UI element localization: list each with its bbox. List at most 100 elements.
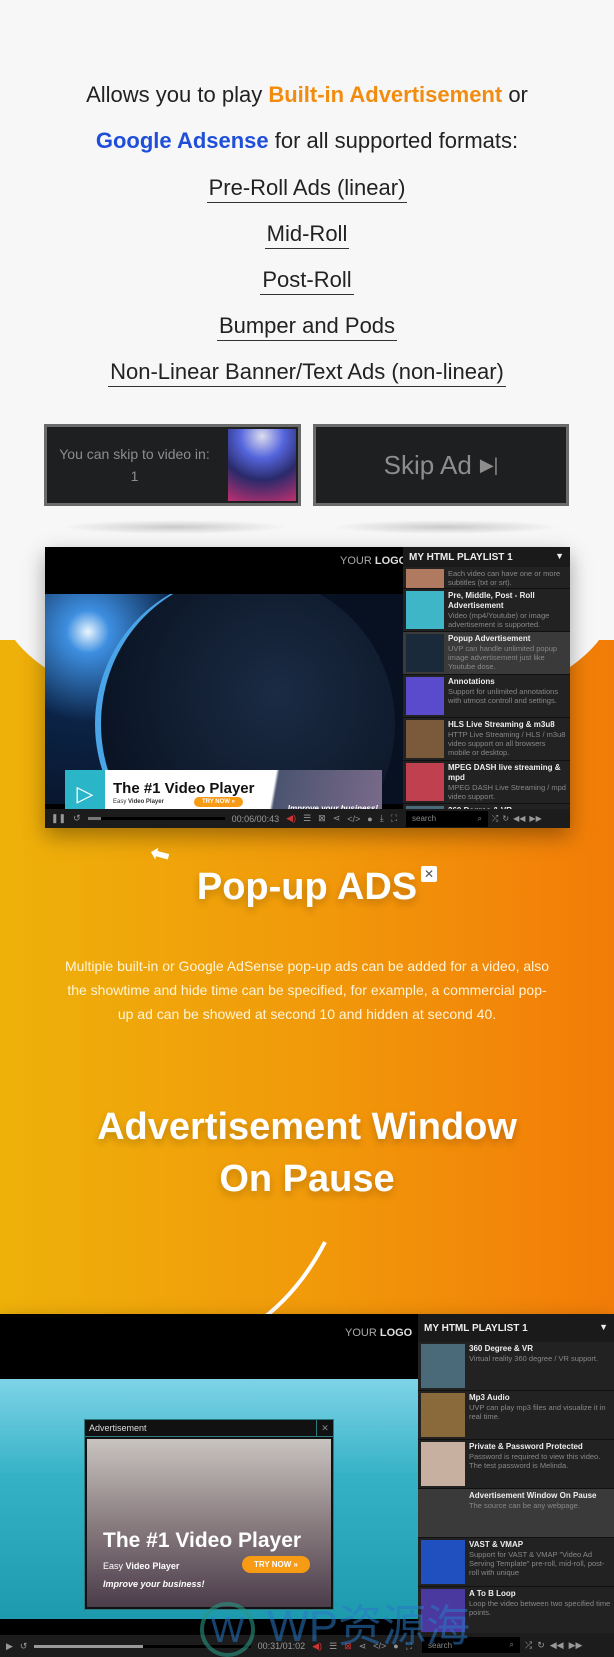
watermark: W WP资源海 — [200, 1590, 470, 1657]
playlist-item-title: VAST & VMAP — [469, 1540, 524, 1549]
playlist-item[interactable]: 360 Degree & VRVirtual reality 360 degre… — [418, 1342, 614, 1391]
playlist-thumbnail — [421, 1344, 465, 1388]
playlist-item-title: Advertisement Window On Pause — [469, 1491, 597, 1500]
close-icon[interactable]: ✕ — [316, 1420, 333, 1436]
skip-ad-button[interactable]: Skip Ad ▶| — [313, 424, 569, 506]
ad-tagline: Improve your business! — [103, 1579, 205, 1589]
playlist-item-desc: Support for unlimited annotations with u… — [448, 687, 559, 705]
pause-icon[interactable]: ❚❚ — [51, 813, 66, 824]
playlist-item[interactable]: Annotations Support for unlimited annotat… — [403, 675, 570, 718]
playlist-item[interactable]: VAST & VMAP Support for VAST & VMAP "Vide… — [418, 1538, 614, 1587]
format-bumper: Bumper and Pods — [0, 313, 614, 341]
shuffle-icon[interactable]: ⤮ — [492, 814, 498, 824]
shuffle-icon[interactable]: ⤮ — [525, 1640, 532, 1651]
next-icon[interactable]: ▶▶ — [529, 814, 541, 823]
ads-icon[interactable]: ⊠ — [318, 813, 326, 824]
playlist-thumbnail — [406, 677, 444, 715]
close-icon[interactable]: ✕ — [421, 866, 437, 882]
popup-ads-description: Multiple built-in or Google AdSense pop-… — [64, 958, 550, 1022]
pause-title-line-1: Advertisement Window — [97, 1106, 517, 1148]
play-icon[interactable]: ▶ — [6, 1641, 13, 1652]
playlist-item-desc: Password is required to view this video.… — [469, 1452, 601, 1470]
playlist-item-desc: Video (mp4/Youtube) or image advertiseme… — [448, 611, 550, 629]
playlist-icon[interactable]: ☰ — [303, 813, 311, 824]
playlist-item-title: Popup Advertisement — [448, 634, 531, 643]
previous-icon[interactable]: ◀◀ — [513, 814, 525, 823]
loop-icon[interactable]: ↻ — [537, 1640, 545, 1651]
builtin-ad-highlight: Built-in Advertisement — [268, 82, 503, 107]
adsense-highlight: Google Adsense — [95, 128, 269, 153]
playlist-item-title: Annotations — [448, 677, 495, 686]
ad-title: The #1 Video Player — [103, 1529, 302, 1552]
playlist-item-title: MPEG DASH live streaming & mpd — [448, 763, 561, 782]
playlist-item[interactable]: Private & Password Protected Password is … — [418, 1440, 614, 1489]
ad-window-header: Advertisement — [89, 1423, 147, 1433]
playlist-item-desc: Virtual reality 360 degree / VR support. — [469, 1354, 599, 1363]
playlist-item-desc: Each video can have one or more subtitle… — [448, 569, 561, 587]
intro-line-2: Google Adsense for all supported formats… — [95, 128, 519, 153]
previous-icon[interactable]: ◀◀ — [550, 1640, 564, 1651]
ad-image[interactable]: The #1 Video Player Easy Video Player TR… — [87, 1439, 331, 1607]
dropdown-arrow-icon: ▼ — [599, 1322, 608, 1332]
share-icon[interactable]: ⋖ — [333, 813, 341, 824]
playlist-item[interactable]: Each video can have one or more subtitle… — [403, 567, 570, 589]
playlist-item[interactable]: HLS Live Streaming & m3u8 HTTP Live Strea… — [403, 718, 570, 761]
dropdown-arrow-icon: ▼ — [555, 551, 564, 561]
progress-bar[interactable] — [87, 817, 225, 820]
skip-countdown-box: You can skip to video in: 1 — [44, 424, 301, 506]
pause-title-line-2: On Pause — [219, 1158, 395, 1200]
playlist-header[interactable]: MY HTML PLAYLIST 1 ▼ — [403, 547, 570, 567]
playlist-item[interactable]: Pre, Middle, Post - Roll Advertisement Vi… — [403, 589, 570, 632]
ad-try-now-button[interactable]: TRY NOW » — [242, 1556, 311, 1573]
playlist-item[interactable]: Advertisement Window On Pause The source … — [418, 1489, 614, 1538]
playlist-item-desc: MPEG DASH Live Streaming / mpd video sup… — [448, 783, 566, 801]
playlist-thumbnail — [421, 1491, 465, 1535]
playlist-item-desc: The source can be any webpage. — [469, 1501, 580, 1510]
shadow — [60, 520, 290, 534]
playlist-item-desc: HTTP Live Streaming / HLS / m3u8 video s… — [448, 730, 566, 757]
time-display: 00:06/00:43 — [231, 813, 280, 824]
playlist-item-desc: UVP can handle unlimited popup image adv… — [448, 644, 558, 671]
playlist-thumbnail — [421, 1393, 465, 1437]
playlist-item[interactable]: Mp3 Audio UVP can play mp3 files and visu… — [418, 1391, 614, 1440]
banner-title: The #1 Video Player — [113, 780, 255, 797]
info-icon[interactable]: ● — [367, 814, 372, 824]
ad-thumbnail — [228, 429, 296, 501]
playlist-search-input[interactable]: search ⌕ — [406, 810, 488, 827]
playlist-thumbnail — [406, 720, 444, 758]
playlist-item[interactable]: MPEG DASH live streaming & mpd MPEG DASH … — [403, 761, 570, 804]
popup-ads-title: Pop-up ADS — [196, 866, 418, 908]
download-icon[interactable]: ⤓ — [380, 813, 384, 824]
embed-icon[interactable]: </> — [347, 814, 360, 824]
playlist-header[interactable]: MY HTML PLAYLIST 1 ▼ — [418, 1314, 614, 1342]
control-bar: ❚❚ ↺ 00:06/00:43 ◀) ☰ ⊠ ⋖ </> ● ⤓ ⛶ — [45, 809, 403, 828]
shadow — [330, 520, 560, 534]
skip-next-icon: ▶| — [479, 454, 499, 475]
video-player-1: YOUR LOGO ▷ The #1 Video Player Easy Vid… — [45, 547, 570, 828]
playlist-item[interactable]: Popup Advertisement UVP can handle unlimi… — [403, 632, 570, 675]
playlist-item-title: HLS Live Streaming & m3u8 — [448, 720, 555, 729]
intro-line-1: Allows you to play Built-in Advertisemen… — [86, 82, 528, 107]
fullscreen-icon[interactable]: ⛶ — [391, 813, 397, 824]
playlist-thumbnail — [421, 1442, 465, 1486]
playlist-thumbnail — [406, 763, 444, 801]
playlist-item-title: Pre, Middle, Post - Roll Advertisement — [448, 591, 535, 610]
skip-ad-label: Skip Ad — [383, 449, 472, 480]
search-icon: ⌕ — [509, 1640, 514, 1649]
playlist-item-desc: Loop the video between two specified tim… — [469, 1599, 611, 1617]
player-logo: YOUR LOGO — [345, 1327, 413, 1339]
next-icon[interactable]: ▶▶ — [569, 1640, 583, 1651]
rewind-icon[interactable]: ↺ — [20, 1641, 28, 1652]
playlist-thumbnail — [406, 569, 444, 588]
playlist-thumbnail — [406, 591, 444, 629]
player-logo: YOUR LOGO — [340, 555, 408, 567]
loop-icon[interactable]: ↻ — [502, 814, 509, 823]
playlist-thumbnail — [406, 634, 444, 672]
format-post-roll: Post-Roll — [0, 267, 614, 295]
playlist-item-title: Mp3 Audio — [469, 1393, 510, 1402]
rewind-icon[interactable]: ↺ — [73, 813, 81, 824]
volume-icon[interactable]: ◀) — [286, 813, 296, 824]
banner-subtitle: Easy Video Player — [113, 799, 164, 805]
playlist-thumbnail — [421, 1540, 465, 1584]
banner-try-now-button[interactable]: TRY NOW » — [193, 797, 243, 807]
